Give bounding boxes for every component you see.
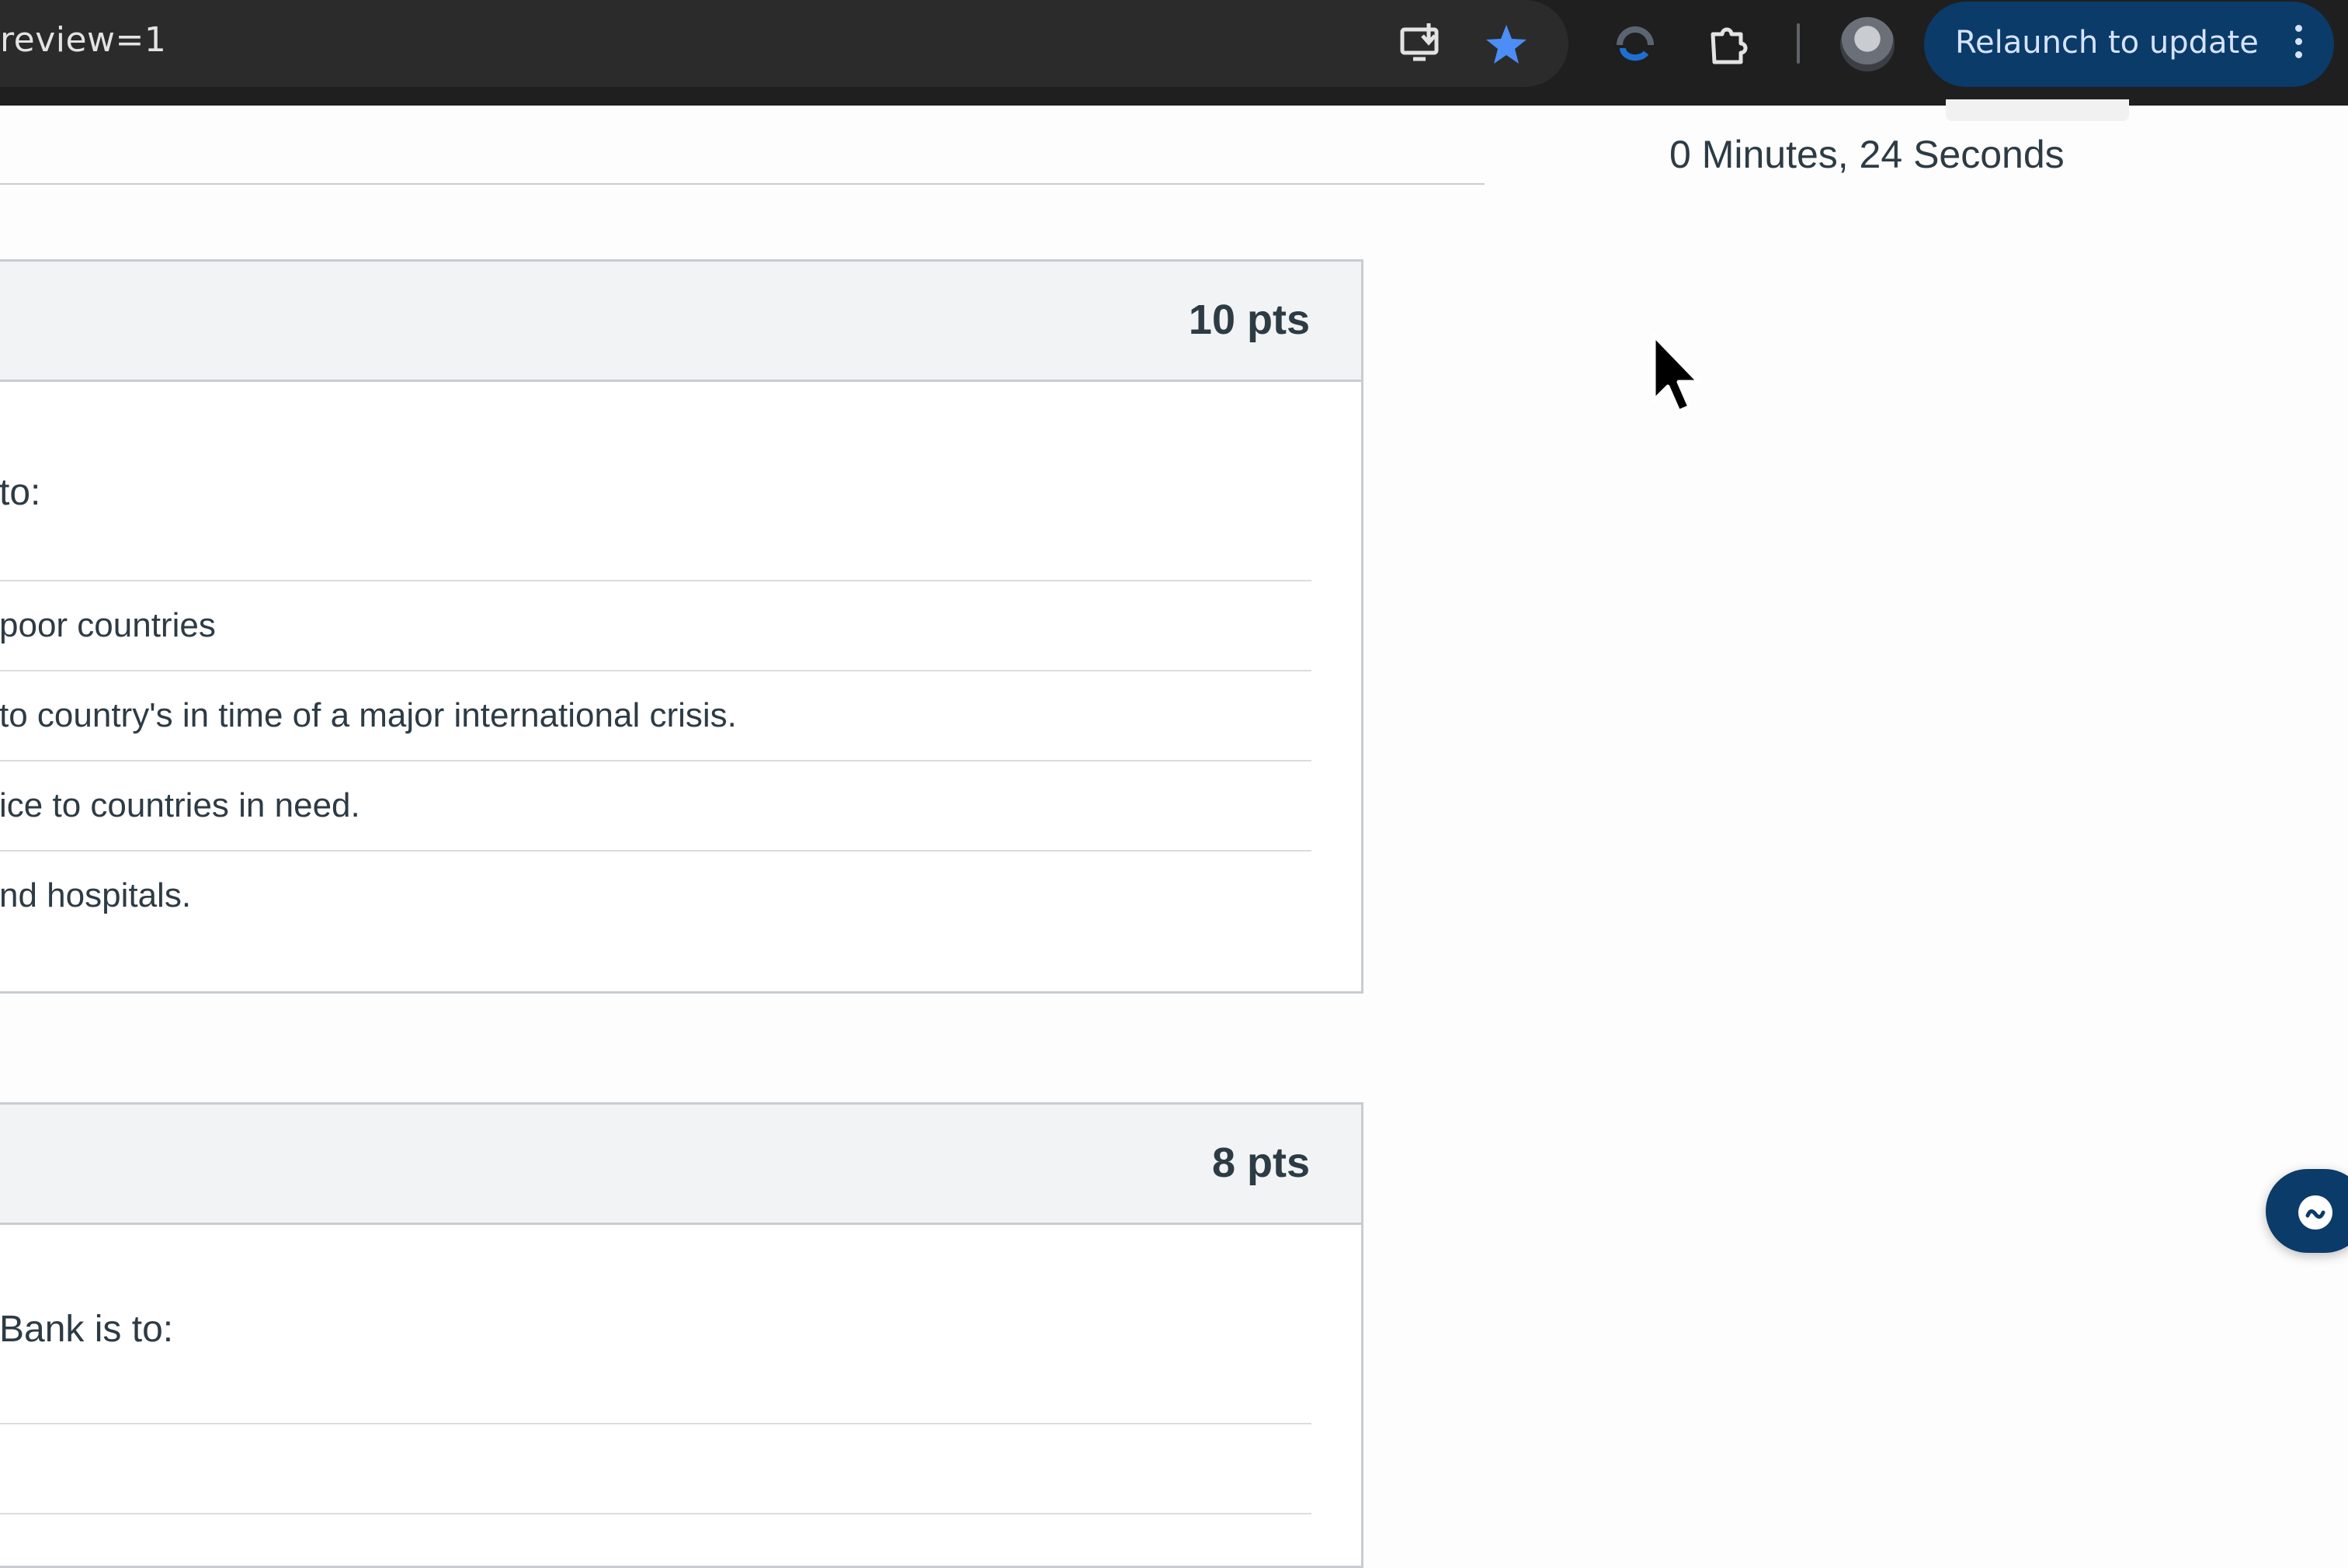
toolbar-divider <box>1797 23 1800 64</box>
question-header: 8 pts <box>0 1105 1361 1225</box>
answer-label: nd hospitals. <box>0 876 192 914</box>
answer-label: ice to countries in need. <box>0 786 360 824</box>
profile-avatar[interactable] <box>1840 17 1895 71</box>
question-text: to: <box>0 472 41 513</box>
star-icon[interactable] <box>1483 22 1530 68</box>
answer-label: to country's in time of a major internat… <box>0 696 737 734</box>
answer-option[interactable]: to country's in time of a major internat… <box>0 671 1311 760</box>
answer-option[interactable] <box>0 1424 1311 1513</box>
relaunch-label: Relaunch to update <box>1955 25 2259 61</box>
mouse-cursor-icon <box>1652 334 1701 414</box>
question-header: 10 pts <box>0 262 1361 382</box>
answer-option[interactable]: poor countries <box>0 581 1311 670</box>
answer-option[interactable]: nd hospitals. <box>0 852 1311 940</box>
relaunch-update-button[interactable]: Relaunch to update <box>1924 2 2334 87</box>
question-card: 8 pts Bank is to: <box>0 1102 1363 1568</box>
chat-assistant-button[interactable] <box>2266 1169 2348 1253</box>
header-divider <box>0 183 1485 185</box>
answer-divider <box>0 1513 1311 1514</box>
puzzle-extensions-icon[interactable] <box>1705 22 1752 68</box>
install-app-icon[interactable] <box>1398 22 1444 68</box>
answer-label: poor countries <box>0 606 216 644</box>
address-bar[interactable]: review=1 <box>0 0 1568 87</box>
question-points: 10 pts <box>1188 297 1310 343</box>
question-text: Bank is to: <box>0 1309 174 1350</box>
quiz-timer: 0 Minutes, 24 Seconds <box>1669 133 2065 176</box>
question-card: 10 pts to: poor countries to country's i… <box>0 259 1363 994</box>
timer-toggle-tab[interactable] <box>1946 99 2129 121</box>
browser-toolbar: review=1 Relaunch to update <box>0 0 2348 106</box>
question-points: 8 pts <box>1211 1140 1310 1186</box>
extension-shield-icon[interactable] <box>1612 22 1659 68</box>
address-url[interactable]: review=1 <box>0 20 166 60</box>
answer-option[interactable]: ice to countries in need. <box>0 761 1311 850</box>
more-vert-icon[interactable] <box>2295 25 2303 65</box>
chat-assistant-icon <box>2298 1195 2332 1230</box>
